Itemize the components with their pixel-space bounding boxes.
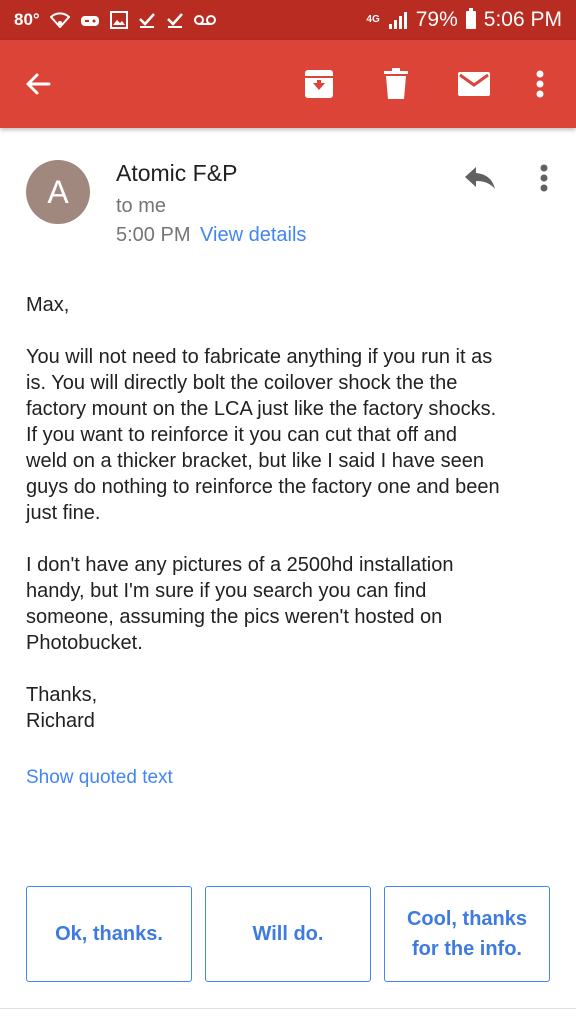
back-button[interactable] — [6, 40, 70, 128]
smart-reply-ok-thanks[interactable]: Ok, thanks. — [26, 886, 192, 982]
body-paragraph: Thanks, Richard — [26, 684, 98, 732]
email-body: Max, You will not need to fabricate anyt… — [26, 292, 556, 760]
body-paragraph: Max, — [26, 294, 70, 316]
sent-time: 5:00 PM — [116, 224, 191, 246]
toolbar — [0, 40, 576, 128]
status-left: 80° — [14, 10, 216, 30]
archive-icon — [305, 70, 333, 98]
battery-percent: 79% — [415, 8, 458, 31]
battery-icon — [465, 8, 476, 29]
check-icon — [166, 13, 183, 28]
sender-name: Atomic F&P — [116, 160, 238, 186]
recipient: to me — [116, 195, 167, 217]
signal-icon — [388, 12, 407, 29]
more-options-button[interactable] — [508, 40, 572, 128]
message-more-button[interactable] — [524, 156, 564, 200]
time-row: 5:00 PM View details — [116, 224, 306, 247]
body-paragraph: I don't have any pictures of a 2500hd in… — [26, 554, 454, 654]
wifi-icon — [49, 12, 70, 28]
check-icon — [138, 13, 155, 28]
status-bar: 80° 4G 79% 5:06 PM — [0, 0, 576, 40]
status-right: 4G 79% 5:06 PM — [366, 8, 562, 32]
more-vert-icon — [540, 164, 548, 192]
email-header: A Atomic F&P to me 5:00 PM View details — [0, 128, 576, 268]
more-vert-icon — [536, 70, 544, 98]
image-icon — [109, 11, 128, 29]
cloud-game-icon — [80, 16, 99, 26]
avatar[interactable]: A — [26, 160, 90, 224]
smart-replies: Ok, thanks. Will do. Cool, thanks for th… — [26, 886, 550, 982]
show-quoted-text-link[interactable]: Show quoted text — [26, 767, 173, 789]
temperature: 80° — [14, 10, 40, 29]
divider — [0, 1008, 576, 1009]
view-details-link[interactable]: View details — [200, 224, 306, 246]
archive-button[interactable] — [287, 40, 351, 128]
reply-icon — [465, 167, 495, 189]
network-type: 4G — [366, 14, 380, 25]
delete-button[interactable] — [364, 40, 428, 128]
reply-button[interactable] — [458, 156, 502, 200]
mail-icon — [458, 72, 490, 96]
mark-unread-button[interactable] — [442, 40, 506, 128]
body-paragraph: You will not need to fabricate anything … — [26, 346, 500, 524]
clock: 5:06 PM — [483, 8, 562, 31]
smart-reply-cool-thanks[interactable]: Cool, thanks for the info. — [384, 886, 550, 982]
smart-reply-will-do[interactable]: Will do. — [205, 886, 371, 982]
arrow-left-icon — [26, 73, 51, 95]
trash-icon — [384, 68, 408, 99]
voicemail-icon — [193, 15, 216, 25]
